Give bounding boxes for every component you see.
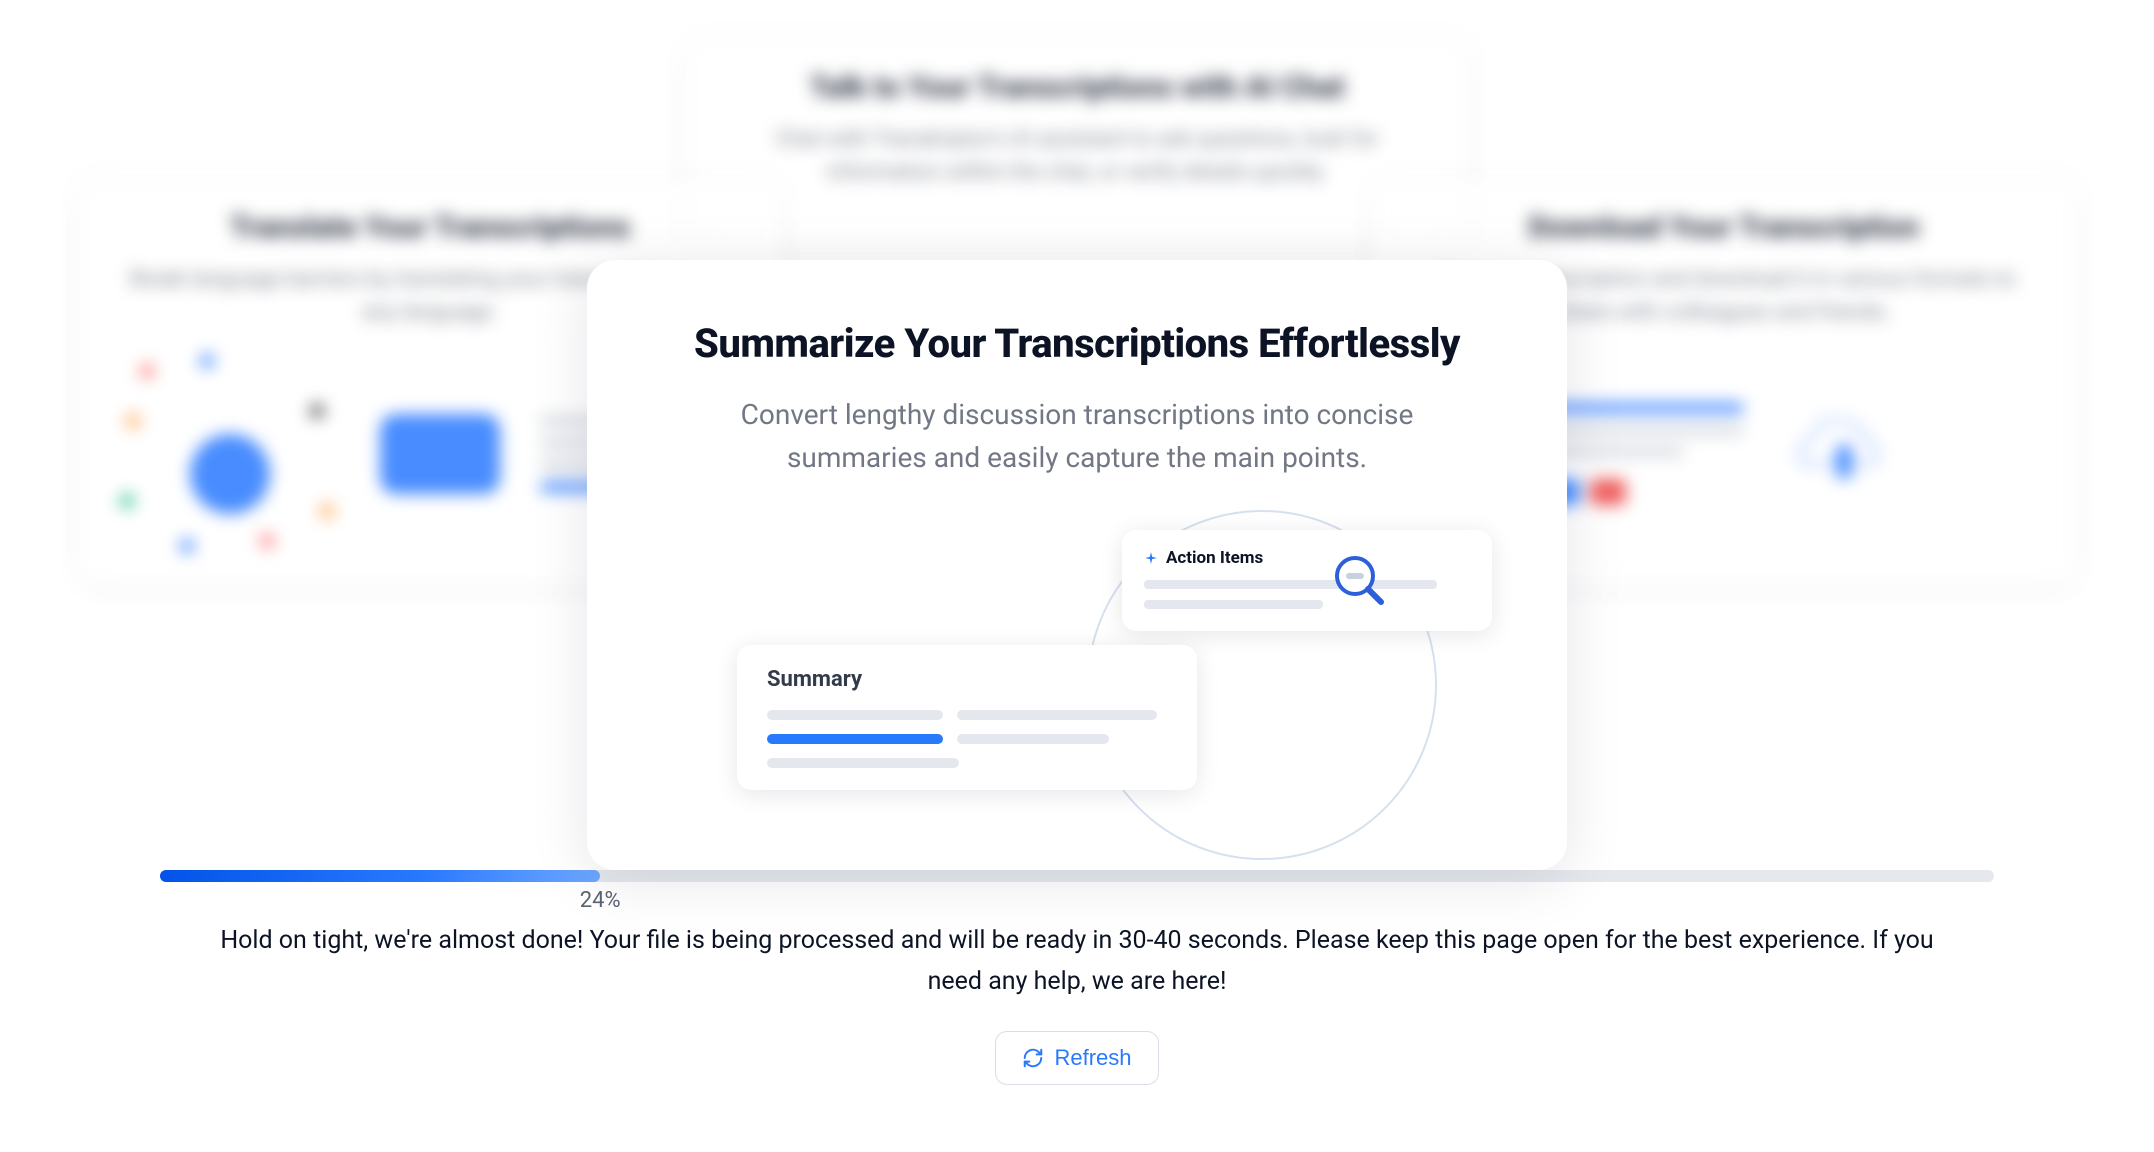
progress-bar-fill [160,870,600,882]
action-items-label: Action Items [1166,548,1263,568]
progress-bar: 24% [160,870,1994,882]
feature-description: Convert lengthy discussion transcription… [677,393,1477,480]
bg-card-desc: Chat with Transkriptor's AI assistant to… [727,123,1427,189]
feature-carousel: Talk to Your Transcriptions with AI Chat… [0,0,2154,870]
bg-card-title: Translate Your Transcriptions [120,210,740,245]
bg-card-title: Talk to Your Transcriptions with AI Chat [727,70,1427,105]
cloud-upload-icon [1784,404,1904,504]
magnifier-icon [1331,552,1387,608]
feature-title: Summarize Your Transcriptions Effortless… [642,320,1512,367]
sparkle-icon [1144,551,1158,565]
bg-card-ai-chat: Talk to Your Transcriptions with AI Chat… [687,40,1467,244]
summary-card: Summary [737,645,1197,790]
progress-section: 24% Hold on tight, we're almost done! Yo… [0,870,2154,1085]
refresh-icon [1022,1047,1044,1069]
bg-card-title: Download Your Transcription [1414,210,2034,245]
processing-status-text: Hold on tight, we're almost done! Your f… [197,920,1957,1003]
summary-label: Summary [767,667,1167,692]
feature-card-summarize: Summarize Your Transcriptions Effortless… [587,260,1567,870]
refresh-label: Refresh [1054,1045,1131,1071]
refresh-button[interactable]: Refresh [995,1031,1158,1085]
summarize-illustration: Action Items Summary [642,520,1512,800]
action-items-card: Action Items [1122,530,1492,631]
progress-percent-label: 24% [580,888,621,913]
